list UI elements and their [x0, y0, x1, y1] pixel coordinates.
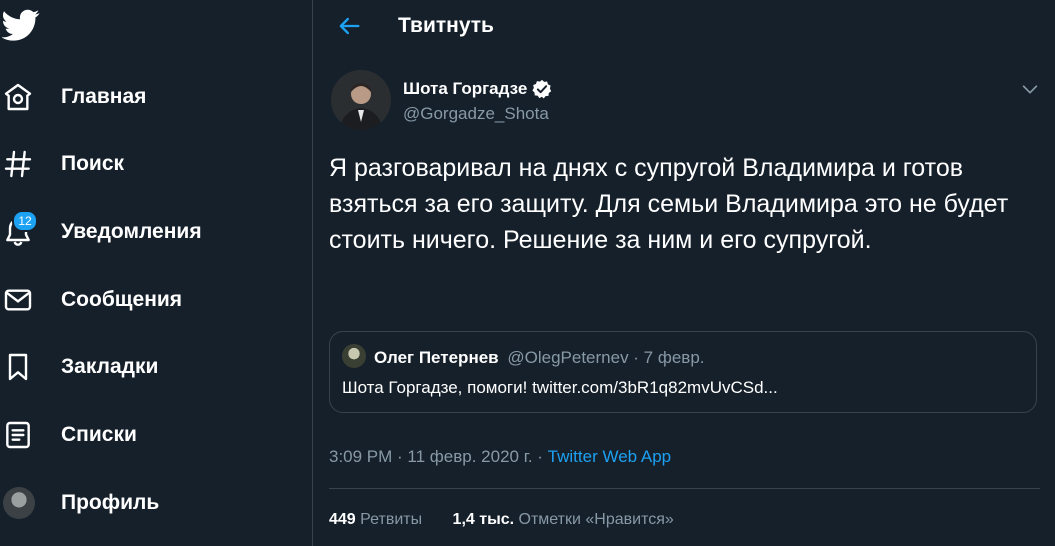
tweet-source-link[interactable]: Twitter Web App	[548, 447, 671, 466]
nav-label-home: Главная	[61, 85, 147, 108]
nav-label-lists: Списки	[61, 423, 137, 446]
nav-item-explore[interactable]: Поиск	[0, 139, 290, 189]
retweets-label: Ретвиты	[360, 511, 423, 528]
sidebar: Главная Поиск 12 Уведомления Сообщения З…	[0, 0, 300, 546]
nav-label-notifications: Уведомления	[61, 220, 202, 243]
tweet-detail-column: Твитнуть Шота Горгадзе @Gorgadze_Shota Я…	[312, 0, 1055, 546]
author-handle[interactable]: @Gorgadze_Shota	[403, 104, 549, 124]
likes-stat[interactable]: 1,4 тыс. Отметки «Нравится»	[453, 511, 674, 529]
quoted-author-meta: @OlegPeternev · 7 февр.	[507, 348, 705, 367]
nav-item-home[interactable]: Главная	[0, 72, 290, 122]
mail-icon	[4, 289, 32, 311]
page-title: Твитнуть	[398, 14, 494, 37]
chevron-down-icon[interactable]	[1019, 78, 1041, 100]
likes-count: 1,4 тыс.	[452, 511, 515, 528]
likes-label: Отметки «Нравится»	[518, 511, 674, 528]
list-icon	[6, 421, 30, 449]
nav-label-profile: Профиль	[61, 491, 160, 514]
author-photo	[331, 70, 391, 130]
quoted-author-name: Олег Петернев	[374, 348, 499, 367]
home-icon	[4, 83, 32, 111]
nav-item-bookmarks[interactable]: Закладки	[0, 342, 290, 392]
nav-item-notifications[interactable]: 12 Уведомления	[0, 207, 290, 257]
verified-badge-icon	[532, 79, 552, 99]
tweet-metadata: 3:09 PM · 11 февр. 2020 г. · Twitter Web…	[329, 447, 671, 467]
retweets-count: 449	[329, 511, 356, 528]
nav-item-messages[interactable]: Сообщения	[0, 275, 290, 325]
author-name: Шота Горгадзе	[403, 79, 528, 98]
author-avatar[interactable]	[331, 70, 391, 130]
notification-badge: 12	[12, 210, 38, 232]
quoted-tweet-header: Олег Петернев @OlegPeternev · 7 февр.	[374, 348, 705, 368]
nav-item-lists[interactable]: Списки	[0, 410, 290, 460]
retweets-stat[interactable]: 449 Ретвиты	[329, 511, 422, 529]
nav-item-profile[interactable]: Профиль	[0, 478, 290, 528]
author-name-row[interactable]: Шота Горгадзе	[403, 78, 553, 100]
nav-label-messages: Сообщения	[61, 288, 183, 311]
bookmark-icon	[8, 353, 28, 381]
back-arrow-icon[interactable]	[335, 12, 363, 40]
twitter-logo-icon[interactable]	[2, 6, 40, 44]
divider	[329, 488, 1040, 489]
tweet-text: Я разговаривал на днях с супругой Владим…	[329, 154, 1009, 254]
page-header: Твитнуть	[313, 0, 1055, 53]
nav-label-explore: Поиск	[61, 152, 125, 175]
tweet-timestamp[interactable]: 3:09 PM · 11 февр. 2020 г. ·	[329, 447, 548, 466]
quoted-author-avatar	[342, 344, 366, 368]
quoted-tweet-text: Шота Горгадзе, помоги! twitter.com/3bR1q…	[342, 378, 778, 397]
profile-avatar	[3, 487, 35, 519]
quoted-tweet[interactable]: Олег Петернев @OlegPeternev · 7 февр. Шо…	[329, 331, 1037, 413]
tweet-stats: 449 Ретвиты 1,4 тыс. Отметки «Нравится»	[329, 511, 700, 529]
nav-label-bookmarks: Закладки	[61, 355, 159, 378]
hashtag-icon	[4, 150, 32, 178]
